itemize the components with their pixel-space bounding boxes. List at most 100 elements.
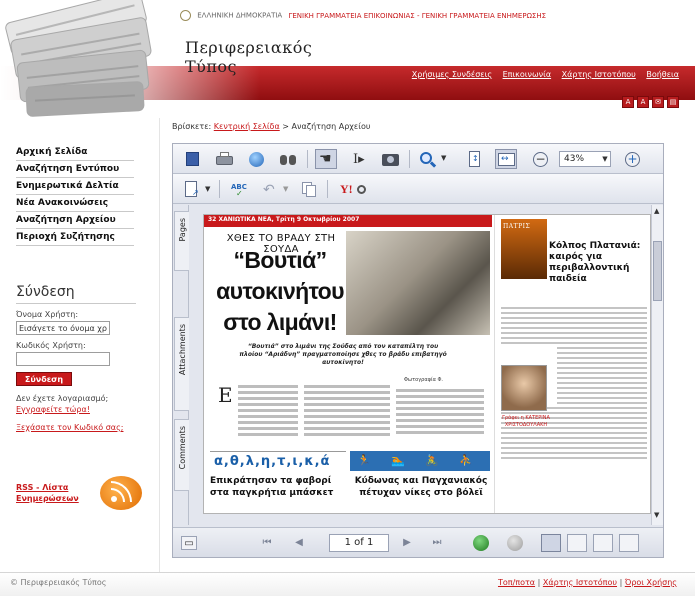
article-deck: “Βουτιά” στο λιμάνι της Σούδας από τον κ… [239, 343, 447, 366]
password-label: Κωδικός Χρήστη: [16, 341, 86, 350]
first-page-icon[interactable]: ⏮ [259, 536, 275, 550]
scroll-down-icon[interactable]: ▼ [654, 511, 659, 519]
password-field[interactable] [16, 352, 110, 366]
last-page-icon[interactable]: ⏭ [429, 536, 445, 550]
footer-link-0[interactable]: Τοπ/ποτα [498, 578, 535, 587]
tab-attachments-label: Attachments [177, 324, 187, 376]
athletics-banner: α,θ,λ,η,τ,ι,κ,ά [210, 451, 346, 471]
text-line [396, 407, 484, 410]
continuous-facing-view-button[interactable] [619, 534, 639, 552]
email-button[interactable] [245, 149, 267, 169]
footer-link-sitemap[interactable]: Χάρτης Ιστοτόπου [543, 578, 617, 587]
copy-button[interactable] [297, 179, 319, 199]
runner-icon: 🏃 [357, 454, 371, 467]
zoom-select-arrow-icon[interactable]: ▼ [599, 151, 611, 167]
text-line [501, 312, 647, 314]
sidebar-item-archive-search[interactable]: Αναζήτηση Αρχείου [16, 212, 134, 229]
select-tool-button[interactable]: I▸ [347, 149, 369, 169]
page-number-field[interactable]: 1 of 1 [329, 534, 389, 552]
print-icon[interactable]: ▤ [667, 96, 679, 108]
tab-attachments[interactable]: Attachments [174, 317, 189, 411]
spellcheck-tick: ✓ [236, 189, 243, 198]
text-line [238, 433, 298, 436]
mail-icon[interactable]: ✉ [652, 96, 664, 108]
breadcrumb-home-link[interactable]: Κεντρική Σελίδα [214, 122, 280, 131]
scrollbar-thumb[interactable] [653, 241, 662, 301]
text-larger-icon[interactable]: A [637, 96, 649, 108]
undo-button[interactable]: ↶ [259, 179, 281, 199]
facing-view-button[interactable] [593, 534, 613, 552]
print-button[interactable] [213, 149, 235, 169]
login-button[interactable]: Σύνδεση [16, 372, 72, 386]
zoom-dropdown-arrow-icon[interactable]: ▼ [441, 154, 446, 162]
continuous-view-button[interactable] [567, 534, 587, 552]
text-line [396, 425, 484, 428]
forgot-password-link[interactable]: Ξεχάσατε τον Κωδικό σας; [16, 423, 146, 435]
link-sitemap[interactable]: Χάρτης Ιστοτόπου [562, 70, 636, 79]
text-line [304, 403, 390, 406]
yahoo-search-button[interactable]: Y! [337, 179, 367, 199]
collapse-panel-button[interactable]: ▭ [181, 536, 197, 550]
sidebar-item-home[interactable]: Αρχική Σελίδα [16, 144, 134, 161]
agency-name: ΓΕΝΙΚΗ ΓΡΑΜΜΑΤΕΙΑ ΕΠΙΚΟΙΝΩΝΙΑΣ - ΓΕΝΙΚΗ … [288, 11, 547, 20]
viewer-page-navigation: ▭ ⏮ ◀ 1 of 1 ▶ ⏭ [173, 527, 663, 557]
fit-page-arrows: ↕ [472, 154, 479, 163]
text-line [501, 442, 647, 444]
car-accident-photo [346, 231, 490, 335]
text-line [501, 327, 647, 329]
fit-page-button[interactable]: ↕ [463, 149, 485, 169]
link-help[interactable]: Βοήθεια [646, 70, 679, 79]
login-title: Σύνδεση [16, 284, 75, 300]
rss-feed-icon[interactable] [100, 476, 142, 510]
article-dropcap: Ε [218, 383, 233, 407]
text-size-icon[interactable]: A [622, 96, 634, 108]
footer-links: Τοπ/ποτα | Χάρτης Ιστοτόπου | Όροι Χρήση… [498, 578, 677, 587]
save-button[interactable] [181, 149, 203, 169]
site-title: Περιφερειακός Τύπος [185, 38, 312, 76]
rss-link[interactable]: RSS - Λίστα Ενημερώσεων [16, 482, 100, 504]
spellcheck-button[interactable]: ABC ✓ [229, 179, 251, 199]
cyclist-icon: 🚴 [425, 454, 439, 467]
previous-page-icon[interactable]: ◀ [291, 536, 307, 550]
fit-width-button[interactable]: ↔ [495, 149, 517, 169]
header-links: Χρήσιμες Συνδέσεις Επικοινωνία Χάρτης Ισ… [404, 70, 679, 84]
viewer-toolbar-secondary: ↗ ▼ ABC ✓ ↶ ▼ Y! [173, 174, 663, 204]
zoom-in-button[interactable]: + [621, 149, 643, 169]
forward-view-icon[interactable] [507, 535, 523, 551]
zoom-in-tool-button[interactable] [417, 149, 439, 169]
zoom-out-button[interactable]: − [529, 149, 551, 169]
find-button[interactable] [277, 149, 299, 169]
newspaper-roll-logo [0, 0, 158, 118]
toolbar-separator [409, 150, 410, 168]
link-useful-links[interactable]: Χρήσιμες Συνδέσεις [412, 70, 492, 79]
document-scrollbar[interactable]: ▲ ▼ [651, 205, 663, 525]
sidebar-item-announcements[interactable]: Νέα Ανακοινώσεις [16, 195, 134, 212]
text-line [501, 452, 647, 454]
tab-comments[interactable]: Comments [174, 419, 189, 491]
fit-width-arrows: ↔ [501, 154, 509, 164]
export-dropdown-arrow-icon[interactable]: ▼ [205, 185, 210, 193]
text-line [501, 332, 647, 334]
sidebar-item-forum[interactable]: Περιοχή Συζήτησης [16, 229, 134, 246]
printer-paper-icon [220, 152, 229, 157]
export-button[interactable]: ↗ [181, 179, 203, 199]
newspaper-line [34, 94, 135, 102]
single-page-view-button[interactable] [541, 534, 561, 552]
scroll-up-icon[interactable]: ▲ [654, 207, 659, 215]
register-link[interactable]: Εγγραφείτε τώρα! [16, 405, 146, 417]
breadcrumb: Βρίσκετε: Κεντρική Σελίδα > Αναζήτηση Αρ… [172, 122, 370, 131]
back-view-icon[interactable] [473, 535, 489, 551]
tab-pages[interactable]: Pages [174, 211, 189, 271]
username-field[interactable] [16, 321, 110, 335]
text-line [396, 413, 484, 416]
undo-dropdown-arrow-icon[interactable]: ▼ [283, 185, 288, 193]
hand-tool-button[interactable]: ☚ [315, 149, 337, 169]
sidebar-item-newsletters[interactable]: Ενημερωτικά Δελτία [16, 178, 134, 195]
snapshot-button[interactable] [379, 149, 401, 169]
sidebar-item-publication-search[interactable]: Αναζήτηση Εντύπου [16, 161, 134, 178]
link-contact[interactable]: Επικοινωνία [503, 70, 552, 79]
footer-link-terms[interactable]: Όροι Χρήσης [625, 578, 677, 587]
binoculars-icon [280, 155, 287, 165]
text-line [501, 412, 647, 414]
next-page-icon[interactable]: ▶ [399, 536, 415, 550]
